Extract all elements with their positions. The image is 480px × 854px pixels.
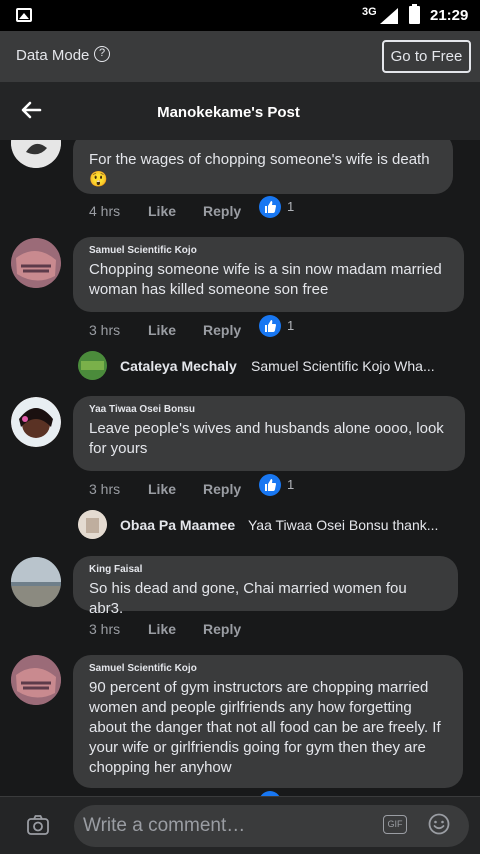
gif-icon[interactable]: GIF	[383, 815, 407, 834]
clock: 21:29	[430, 7, 469, 24]
reaction-count: 1	[287, 199, 295, 214]
battery-icon	[409, 4, 420, 24]
like-button[interactable]: Like	[148, 481, 176, 497]
comment-time: 3 hrs	[89, 322, 121, 338]
avatar[interactable]	[11, 140, 61, 168]
commenter-name[interactable]: Samuel Scientific Kojo	[89, 663, 446, 674]
like-button[interactable]: Like	[148, 322, 176, 338]
reply-button[interactable]: Reply	[203, 322, 241, 338]
reply-button[interactable]: Reply	[203, 481, 241, 497]
comment-bubble[interactable]: Samuel Scientific Kojo Chopping someone …	[73, 237, 464, 312]
commenter-name[interactable]: Yaa Tiwaa Osei Bonsu	[89, 404, 448, 415]
camera-icon[interactable]	[27, 815, 49, 835]
avatar[interactable]	[11, 655, 61, 705]
comments-feed[interactable]: For the wages of chopping someone's wife…	[0, 140, 480, 796]
comment-time: 3 hrs	[89, 481, 121, 497]
comment-bubble[interactable]: For the wages of chopping someone's wife…	[73, 140, 453, 194]
comment-bubble[interactable]: Yaa Tiwaa Osei Bonsu Leave people's wive…	[73, 396, 465, 471]
comment-input[interactable]	[74, 805, 469, 847]
data-mode-label: Data Mode	[16, 47, 90, 64]
commenter-name[interactable]: Samuel Scientific Kojo	[89, 245, 447, 256]
avatar[interactable]	[78, 351, 107, 380]
comment-text: So his dead and gone, Chai married women…	[89, 580, 407, 617]
network-type: 3G	[362, 6, 377, 18]
like-reaction-icon[interactable]	[259, 474, 281, 496]
reaction-count: 1	[287, 318, 295, 333]
avatar[interactable]	[11, 557, 61, 607]
post-header: Manokekame's Post	[0, 82, 480, 140]
reply-author[interactable]: Obaa Pa Maamee	[120, 517, 235, 533]
page-title: Manokekame's Post	[157, 104, 300, 121]
image-icon	[16, 8, 32, 22]
comment-bubble[interactable]: Samuel Scientific Kojo 90 percent of gym…	[73, 655, 463, 788]
reply-text: Yaa Tiwaa Osei Bonsu thank...	[248, 517, 439, 533]
comment-emoji: 😲	[89, 171, 108, 188]
help-icon[interactable]: ?	[94, 46, 110, 62]
reply-text: Samuel Scientific Kojo Wha...	[251, 358, 435, 374]
avatar[interactable]	[11, 397, 61, 447]
like-button[interactable]: Like	[148, 621, 176, 637]
reply-author[interactable]: Cataleya Mechaly	[120, 358, 237, 374]
reply-button[interactable]: Reply	[203, 621, 241, 637]
avatar[interactable]	[11, 238, 61, 288]
signal-icon	[380, 8, 398, 24]
comment-bubble[interactable]: King Faisal So his dead and gone, Chai m…	[73, 556, 458, 617]
comment-text: Leave people's wives and husbands alone …	[89, 420, 444, 457]
comment-composer: GIF	[0, 796, 480, 854]
commenter-name[interactable]: King Faisal	[89, 564, 441, 575]
reply-preview[interactable]: Obaa Pa Maamee Yaa Tiwaa Osei Bonsu than…	[78, 510, 468, 540]
data-mode-bar: Data Mode ? Go to Free	[0, 31, 480, 82]
comment-time: 4 hrs	[89, 203, 121, 219]
avatar[interactable]	[78, 510, 107, 539]
status-bar: 3G 21:29	[0, 0, 480, 31]
go-to-free-button[interactable]: Go to Free	[382, 40, 471, 73]
reply-preview[interactable]: Cataleya Mechaly Samuel Scientific Kojo …	[78, 351, 468, 381]
comment-text: For the wages of chopping someone's wife…	[89, 151, 430, 168]
comment-time: 3 hrs	[89, 621, 121, 637]
comment-text: Chopping someone wife is a sin now madam…	[89, 261, 442, 298]
reply-button[interactable]: Reply	[203, 203, 241, 219]
reaction-count: 1	[287, 477, 295, 492]
like-reaction-icon[interactable]	[259, 196, 281, 218]
comment-text: 90 percent of gym instructors are choppi…	[89, 679, 441, 776]
like-reaction-icon[interactable]	[259, 315, 281, 337]
like-button[interactable]: Like	[148, 203, 176, 219]
emoji-icon[interactable]	[428, 813, 450, 835]
